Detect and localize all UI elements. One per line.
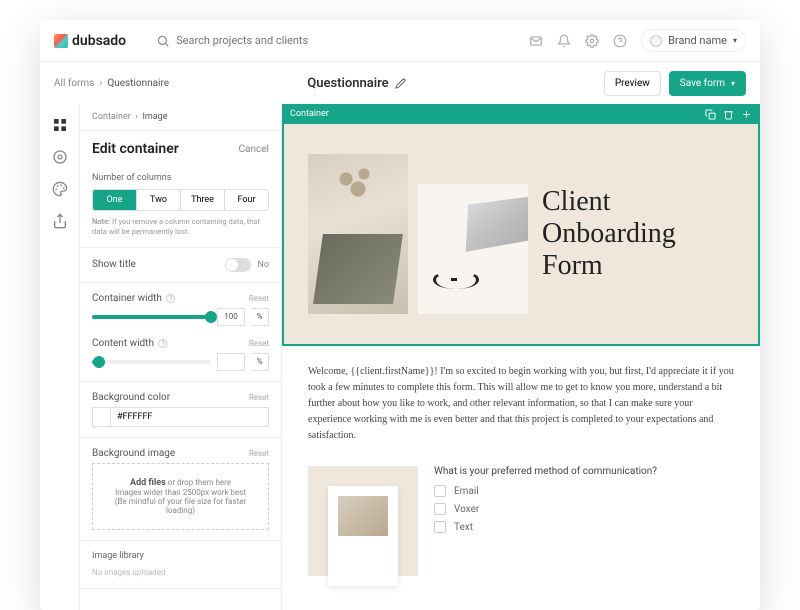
panel-breadcrumb[interactable]: Container › Image <box>80 104 281 131</box>
brand-switcher[interactable]: Brand name ▾ <box>641 29 746 52</box>
bg-image-label: Background image <box>92 448 175 459</box>
hero-title: Client Onboarding Form <box>542 186 702 283</box>
container-width-slider[interactable] <box>92 315 211 319</box>
chevron-down-icon: ▾ <box>733 36 737 45</box>
mail-icon[interactable] <box>529 34 543 48</box>
checkbox-icon[interactable] <box>434 485 446 497</box>
reset-bg-color[interactable]: Reset <box>249 393 269 402</box>
show-title-toggle[interactable] <box>225 258 251 272</box>
col-four[interactable]: Four <box>225 190 268 210</box>
columns-note: Note: If you remove a column containing … <box>92 217 269 237</box>
trash-icon[interactable] <box>722 108 734 120</box>
gear-icon[interactable] <box>585 34 599 48</box>
question-image <box>308 466 418 576</box>
brand-name-label: Brand name <box>668 34 727 47</box>
show-title-row: Show title No <box>80 248 281 283</box>
breadcrumb-root[interactable]: All forms <box>54 78 94 89</box>
container-bar[interactable]: Container <box>282 104 760 124</box>
col-two[interactable]: Two <box>137 190 181 210</box>
container-width-value[interactable]: 100 <box>217 308 245 326</box>
columns-label: Number of columns <box>92 173 269 183</box>
welcome-text[interactable]: Welcome, {{client.firstName}}! I'm so ex… <box>282 346 760 462</box>
page-header: All forms › Questionnaire Questionnaire … <box>40 62 760 104</box>
edit-panel: Container › Image Edit container Cancel … <box>80 104 282 610</box>
search[interactable] <box>156 34 519 48</box>
top-icons: Brand name ▾ <box>529 29 746 52</box>
option-email[interactable]: Email <box>434 485 657 497</box>
no-images-hint: No images uploaded <box>92 568 165 577</box>
form-question-row: What is your preferred method of communi… <box>282 462 760 596</box>
help-icon[interactable] <box>613 34 627 48</box>
rail-settings-icon[interactable] <box>51 148 69 166</box>
brand-dot-icon <box>650 35 662 47</box>
hero-image-1 <box>308 154 408 314</box>
save-button[interactable]: Save form ▾ <box>669 71 746 96</box>
reset-content-width[interactable]: Reset <box>249 339 269 348</box>
show-title-label: Show title <box>92 259 136 270</box>
color-swatch[interactable] <box>93 408 111 426</box>
reset-container-width[interactable]: Reset <box>249 294 269 303</box>
canvas: Container Client Onboarding Form Welcome… <box>282 104 760 610</box>
image-library-label: Image library <box>92 551 269 561</box>
bg-color-label: Background color <box>92 392 170 403</box>
pct-label: % <box>251 308 269 326</box>
hero-images <box>308 154 528 314</box>
hero-image-2 <box>418 184 528 314</box>
logo-mark-icon <box>54 34 68 48</box>
toggle-off-label: No <box>257 260 269 270</box>
panel-title: Edit container <box>92 141 179 157</box>
edit-icon[interactable] <box>395 78 406 89</box>
col-three[interactable]: Three <box>181 190 225 210</box>
col-one[interactable]: One <box>93 190 137 210</box>
content-width-value[interactable] <box>217 353 245 371</box>
reset-bg-image[interactable]: Reset <box>249 449 269 458</box>
checkbox-icon[interactable] <box>434 503 446 515</box>
search-input[interactable] <box>176 34 519 47</box>
checkbox-icon[interactable] <box>434 521 446 533</box>
hero-container[interactable]: Client Onboarding Form <box>282 124 760 346</box>
info-icon[interactable]: ? <box>158 339 167 348</box>
logo-text: dubsado <box>72 33 126 49</box>
preview-button[interactable]: Preview <box>604 71 661 96</box>
copy-icon[interactable] <box>704 108 716 120</box>
container-width-label: Container width ? <box>92 293 175 304</box>
question-text: What is your preferred method of communi… <box>434 466 657 477</box>
rail-blocks-icon[interactable] <box>51 116 69 134</box>
search-icon <box>156 34 170 48</box>
pct-label: % <box>251 353 269 371</box>
rail-share-icon[interactable] <box>51 212 69 230</box>
topbar: dubsado Brand name ▾ <box>40 20 760 62</box>
columns-segmented: One Two Three Four <box>92 189 269 211</box>
color-hex-field[interactable] <box>111 408 268 426</box>
page-title: Questionnaire <box>109 76 604 91</box>
file-drop[interactable]: Add files or drop them here Images wider… <box>92 463 269 530</box>
header-actions: Preview Save form ▾ <box>604 71 746 96</box>
cancel-button[interactable]: Cancel <box>239 144 269 155</box>
add-icon[interactable] <box>740 108 752 120</box>
rail-style-icon[interactable] <box>51 180 69 198</box>
side-rails <box>40 104 80 610</box>
container-bar-label: Container <box>290 109 329 119</box>
content-width-slider[interactable] <box>92 360 211 364</box>
chevron-down-icon: ▾ <box>731 79 735 88</box>
option-text[interactable]: Text <box>434 521 657 533</box>
content-width-label: Content width ? <box>92 338 167 349</box>
bell-icon[interactable] <box>557 34 571 48</box>
info-icon[interactable]: ? <box>166 294 175 303</box>
bg-color-input[interactable] <box>92 407 269 427</box>
option-voxer[interactable]: Voxer <box>434 503 657 515</box>
logo[interactable]: dubsado <box>54 33 126 49</box>
